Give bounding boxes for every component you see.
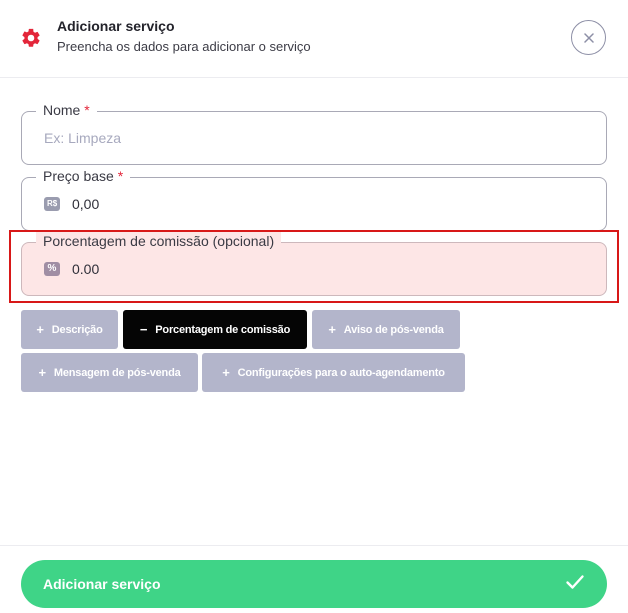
- add-description-button[interactable]: + Descrição: [21, 310, 118, 349]
- required-mark: *: [84, 102, 90, 118]
- check-icon: [566, 575, 584, 589]
- add-post-sale-message-button[interactable]: + Mensagem de pós-venda: [21, 353, 198, 392]
- commission-input-value[interactable]: 0.00: [72, 261, 99, 277]
- required-mark: *: [117, 168, 124, 184]
- plus-icon: +: [328, 322, 336, 337]
- commission-field[interactable]: Porcentagem de comissão (opcional) % 0.0…: [21, 232, 607, 296]
- add-auto-scheduling-settings-button[interactable]: + Configurações para o auto-agendamento: [202, 353, 465, 392]
- percent-badge: %: [44, 262, 60, 276]
- name-label: Nome *: [36, 101, 97, 119]
- price-label: Preço base *: [36, 167, 131, 185]
- currency-badge: R$: [44, 197, 61, 211]
- price-input-value[interactable]: 0,00: [72, 196, 99, 212]
- modal-title: Adicionar serviço: [57, 18, 175, 34]
- modal-footer: Adicionar serviço: [0, 545, 628, 613]
- add-service-button-label: Adicionar serviço: [43, 576, 161, 592]
- price-field[interactable]: Preço base * R$ 0,00: [21, 167, 607, 231]
- plus-icon: +: [38, 365, 46, 380]
- modal-header: Adicionar serviço Preencha os dados para…: [0, 0, 628, 78]
- plus-icon: +: [222, 365, 230, 380]
- remove-commission-button[interactable]: − Porcentagem de comissão: [123, 310, 307, 349]
- commission-label: Porcentagem de comissão (opcional): [36, 232, 282, 250]
- plus-icon: +: [36, 322, 44, 337]
- close-button[interactable]: [571, 20, 606, 55]
- name-field[interactable]: Nome * Ex: Limpeza: [21, 101, 607, 165]
- add-post-sale-notice-button[interactable]: + Aviso de pós-venda: [312, 310, 460, 349]
- minus-icon: −: [139, 322, 148, 337]
- gear-icon: [22, 28, 40, 47]
- close-icon: [583, 32, 594, 43]
- add-service-button[interactable]: Adicionar serviço: [21, 560, 607, 608]
- name-input-placeholder[interactable]: Ex: Limpeza: [44, 130, 121, 146]
- modal-subtitle: Preencha os dados para adicionar o servi…: [57, 39, 311, 54]
